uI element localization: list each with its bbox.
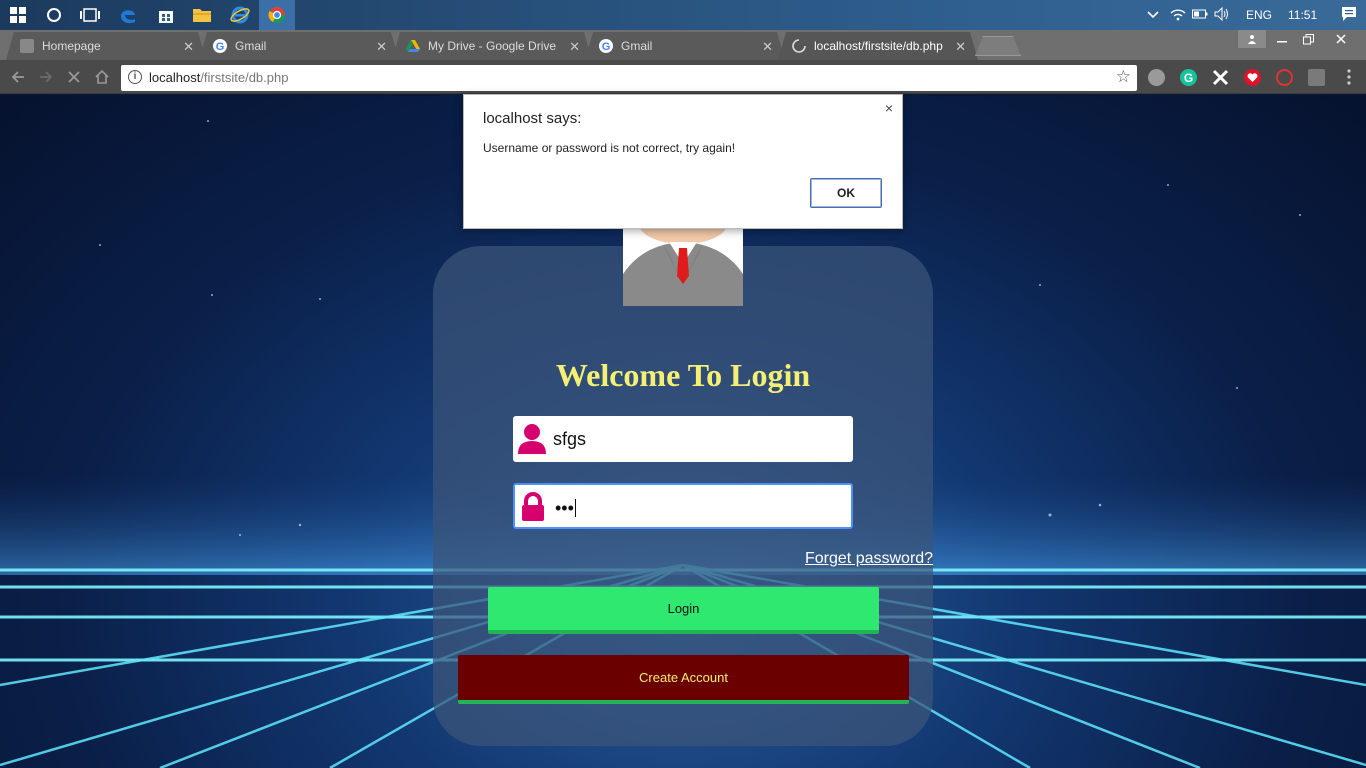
alert-dialog: localhost says: × Username or password i… xyxy=(463,94,903,229)
close-icon[interactable]: ✕ xyxy=(762,39,773,55)
close-icon[interactable]: ✕ xyxy=(183,39,194,55)
chrome-taskbar-icon[interactable] xyxy=(259,0,295,30)
internet-explorer-icon[interactable] xyxy=(228,3,252,27)
password-value: ••• xyxy=(555,498,576,519)
pdf-extension-icon[interactable] xyxy=(1308,69,1325,86)
site-info-icon[interactable]: i xyxy=(128,70,142,84)
google-icon: G xyxy=(599,39,613,53)
dialog-close-icon[interactable]: × xyxy=(885,100,893,116)
new-tab-button[interactable] xyxy=(975,36,1021,56)
svg-text:G: G xyxy=(1184,71,1193,85)
dialog-message: Username or password is not correct, try… xyxy=(483,141,736,155)
action-center-icon[interactable] xyxy=(1341,6,1357,25)
tab-localhost[interactable]: localhost/firstsite/db.php ✕ xyxy=(778,32,978,60)
close-icon[interactable]: ✕ xyxy=(955,39,966,55)
username-input[interactable]: sfgs xyxy=(513,416,853,462)
browser-tab-strip: Homepage ✕ G Gmail ✕ My Drive - Google D… xyxy=(0,30,1366,60)
tab-title: Gmail xyxy=(621,39,653,53)
tab-google-drive[interactable]: My Drive - Google Drive ✕ xyxy=(392,32,592,60)
login-button[interactable]: Login xyxy=(488,587,879,634)
url-path: /firstsite/db.php xyxy=(200,70,289,85)
clock[interactable]: 11:51 xyxy=(1288,8,1317,22)
edge-browser-icon[interactable] xyxy=(116,3,140,27)
url-host: localhost xyxy=(149,70,201,85)
create-account-button[interactable]: Create Account xyxy=(458,655,909,704)
svg-text:G: G xyxy=(602,41,611,53)
stop-loading-icon[interactable] xyxy=(63,66,85,88)
tab-title: My Drive - Google Drive xyxy=(428,39,557,53)
tab-gmail-1[interactable]: G Gmail ✕ xyxy=(199,32,399,60)
close-icon[interactable]: ✕ xyxy=(569,39,580,55)
windows-taskbar: ENG 11:51 xyxy=(0,0,1366,30)
username-value: sfgs xyxy=(553,429,587,449)
back-icon[interactable] xyxy=(7,66,29,88)
url-text[interactable]: localhost/firstsite/db.php xyxy=(149,70,288,85)
chevron-up-icon[interactable] xyxy=(1146,8,1164,22)
grammarly-icon[interactable]: G xyxy=(1180,69,1197,86)
svg-text:G: G xyxy=(216,41,225,53)
store-icon[interactable] xyxy=(154,3,178,27)
forgot-password-link[interactable]: Forget password? xyxy=(805,550,933,568)
tab-title: Homepage xyxy=(42,39,101,53)
windows-start-icon[interactable] xyxy=(6,3,30,27)
tab-homepage[interactable]: Homepage ✕ xyxy=(6,32,206,60)
tab-gmail-2[interactable]: G Gmail ✕ xyxy=(585,32,785,60)
bookmark-star-icon[interactable]: ☆ xyxy=(1116,67,1131,87)
user-avatar xyxy=(623,226,743,306)
dialog-ok-button[interactable]: OK xyxy=(810,178,882,208)
password-dots: ••• xyxy=(555,498,574,518)
battery-icon[interactable] xyxy=(1192,8,1214,22)
minimize-icon[interactable] xyxy=(1268,30,1296,48)
forward-icon[interactable] xyxy=(35,66,57,88)
address-bar[interactable]: i localhost/firstsite/db.php ☆ xyxy=(121,65,1137,91)
google-icon: G xyxy=(213,39,227,53)
cortana-search-icon[interactable] xyxy=(42,3,66,27)
tab-title: localhost/firstsite/db.php xyxy=(814,39,943,53)
user-icon xyxy=(518,424,546,454)
browser-toolbar: i localhost/firstsite/db.php ☆ G xyxy=(0,60,1366,94)
cloud-extension-icon[interactable] xyxy=(1148,69,1165,86)
welcome-heading: Welcome To Login xyxy=(555,357,811,393)
task-view-icon[interactable] xyxy=(78,3,102,27)
close-icon[interactable]: ✕ xyxy=(376,39,387,55)
puzzle-extension-icon[interactable] xyxy=(1212,69,1229,86)
language-indicator[interactable]: ENG xyxy=(1246,8,1272,22)
wifi-icon[interactable] xyxy=(1170,7,1192,24)
window-close-icon[interactable] xyxy=(1322,30,1360,48)
profile-icon[interactable] xyxy=(1238,30,1266,48)
volume-icon[interactable] xyxy=(1214,6,1236,24)
lock-icon xyxy=(522,492,544,521)
text-caret xyxy=(574,499,576,517)
adblock-extension-icon[interactable] xyxy=(1276,69,1293,86)
page-icon xyxy=(20,39,34,53)
drive-icon xyxy=(406,39,420,53)
chrome-menu-icon[interactable] xyxy=(1338,66,1360,88)
tab-title: Gmail xyxy=(235,39,267,53)
file-explorer-icon[interactable] xyxy=(190,3,214,27)
dialog-title: localhost says: xyxy=(483,110,582,127)
password-input[interactable]: ••• xyxy=(513,483,853,529)
loading-icon xyxy=(792,39,806,53)
heart-extension-icon[interactable] xyxy=(1244,69,1261,86)
home-icon[interactable] xyxy=(91,66,113,88)
restore-icon[interactable] xyxy=(1294,30,1322,48)
system-tray: ENG 11:51 xyxy=(1146,0,1357,30)
